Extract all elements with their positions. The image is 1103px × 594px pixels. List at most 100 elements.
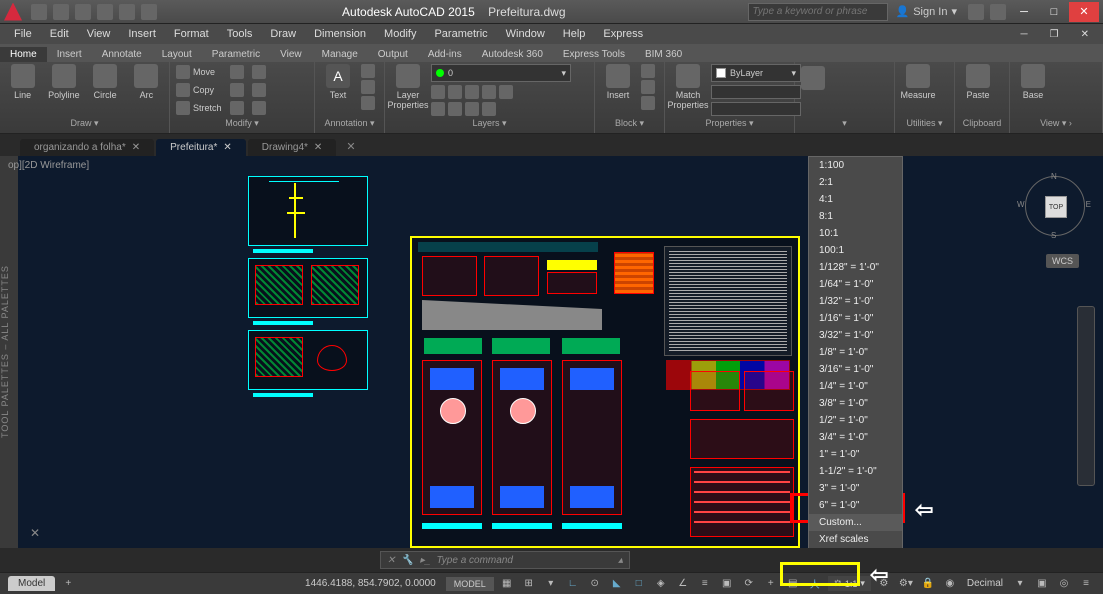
viewcube[interactable]: TOP N S E W: [1025, 176, 1085, 236]
isolate-toggle[interactable]: ◎: [1055, 576, 1073, 592]
file-tab[interactable]: Drawing4*✕: [248, 139, 337, 156]
menu-window[interactable]: Window: [498, 26, 553, 42]
tab-view[interactable]: View: [270, 47, 312, 62]
layer-properties-button[interactable]: Layer Properties: [389, 64, 427, 110]
scale-menu-item[interactable]: 3/8" = 1'-0": [809, 395, 902, 412]
panel-title[interactable]: Layers ▾: [389, 118, 590, 131]
dim-icon[interactable]: [361, 64, 375, 78]
minimize-button[interactable]: ─: [1009, 2, 1039, 22]
customize-button[interactable]: ≡: [1077, 576, 1095, 592]
scale-menu-item[interactable]: 1-1/2" = 1'-0": [809, 463, 902, 480]
units-chevron-icon[interactable]: ▾: [1011, 576, 1029, 592]
layer-state-icon[interactable]: [465, 102, 479, 116]
tool-palettes-bar[interactable]: TOOL PALETTES – ALL PALETTES: [0, 156, 18, 548]
measure-button[interactable]: Measure: [899, 64, 937, 100]
qat-redo-icon[interactable]: [141, 4, 157, 20]
menu-help[interactable]: Help: [555, 26, 594, 42]
scale-menu-item[interactable]: 1/128" = 1'-0": [809, 259, 902, 276]
scale-menu-item[interactable]: 1" = 1'-0": [809, 446, 902, 463]
layer-walk-icon[interactable]: [448, 102, 462, 116]
scale-menu-item[interactable]: 1/32" = 1'-0": [809, 293, 902, 310]
navigation-bar[interactable]: [1077, 306, 1095, 486]
hardware-toggle[interactable]: ◉: [941, 576, 959, 592]
close-tab-icon[interactable]: ✕: [132, 142, 140, 153]
linetype-dropdown[interactable]: [711, 102, 801, 116]
text-button[interactable]: AText: [319, 64, 357, 100]
leader-icon[interactable]: [361, 80, 375, 94]
layer-lock-icon[interactable]: [465, 85, 479, 99]
help-icon[interactable]: [990, 4, 1006, 20]
menu-parametric[interactable]: Parametric: [426, 26, 495, 42]
tab-addins[interactable]: Add-ins: [418, 47, 472, 62]
new-tab-button[interactable]: ✕: [338, 137, 363, 156]
panel-title[interactable]: Annotation ▾: [319, 118, 380, 131]
polyline-button[interactable]: Polyline: [45, 64, 82, 100]
layer-match-icon[interactable]: [499, 85, 513, 99]
scale-menu-item[interactable]: 8:1: [809, 208, 902, 225]
lineweight-dropdown[interactable]: [711, 85, 801, 99]
paste-button[interactable]: Paste: [959, 64, 997, 100]
scale-menu-item[interactable]: 6" = 1'-0": [809, 497, 902, 514]
scale-menu-item[interactable]: 1/4" = 1'-0": [809, 378, 902, 395]
cmd-wrench-icon[interactable]: 🔧: [401, 555, 413, 566]
cmd-close-icon[interactable]: ✕: [387, 555, 395, 566]
doc-minimize-button[interactable]: ─: [1013, 27, 1036, 42]
viewcube-south[interactable]: S: [1051, 231, 1056, 240]
layer-iso-icon[interactable]: [482, 85, 496, 99]
annomonitor-toggle[interactable]: +: [762, 576, 780, 592]
transparency-toggle[interactable]: ▣: [718, 576, 736, 592]
scale-menu-item[interactable]: 1/64" = 1'-0": [809, 276, 902, 293]
grid-toggle[interactable]: ▦: [498, 576, 516, 592]
ortho-toggle[interactable]: ∟: [564, 576, 582, 592]
menu-insert[interactable]: Insert: [120, 26, 164, 42]
color-dropdown[interactable]: ByLayer ▾: [711, 64, 801, 82]
lineweight-toggle[interactable]: ≡: [696, 576, 714, 592]
layer-off-icon[interactable]: [431, 85, 445, 99]
cleanscreen-toggle[interactable]: ▣: [1033, 576, 1051, 592]
scale-menu-item[interactable]: 3/32" = 1'-0": [809, 327, 902, 344]
qat-new-icon[interactable]: [31, 4, 47, 20]
osnap-toggle[interactable]: □: [630, 576, 648, 592]
mirror-button[interactable]: [228, 82, 246, 98]
panel-title[interactable]: Modify ▾: [174, 118, 310, 131]
tab-bim360[interactable]: BIM 360: [635, 47, 692, 62]
doc-close-button[interactable]: ✕: [1073, 27, 1097, 42]
panel-title[interactable]: Utilities ▾: [899, 118, 950, 131]
cmd-expand-icon[interactable]: ▴: [618, 555, 623, 566]
panel-title[interactable]: Draw ▾: [4, 118, 165, 131]
rotate-button[interactable]: [228, 64, 246, 80]
menu-draw[interactable]: Draw: [262, 26, 304, 42]
doc-restore-button[interactable]: ❐: [1042, 27, 1067, 42]
layout-add-button[interactable]: +: [59, 576, 77, 592]
close-tab-icon[interactable]: ✕: [223, 142, 231, 153]
block-edit-icon[interactable]: [641, 80, 655, 94]
polar-toggle[interactable]: ⊙: [586, 576, 604, 592]
scale-button[interactable]: [228, 100, 246, 116]
close-tab-icon[interactable]: ✕: [314, 142, 322, 153]
lock-ui-toggle[interactable]: 🔒: [919, 576, 937, 592]
units-readout[interactable]: Decimal: [963, 578, 1007, 589]
scale-menu-item[interactable]: 1/2" = 1'-0": [809, 412, 902, 429]
infer-toggle[interactable]: ▾: [542, 576, 560, 592]
circle-button[interactable]: Circle: [87, 64, 124, 100]
tab-a360[interactable]: Autodesk 360: [472, 47, 553, 62]
file-tab[interactable]: organizando a folha*✕: [20, 139, 154, 156]
viewcube-east[interactable]: E: [1086, 200, 1091, 209]
qat-undo-icon[interactable]: [119, 4, 135, 20]
menu-format[interactable]: Format: [166, 26, 217, 42]
menu-file[interactable]: File: [6, 26, 40, 42]
otrack-toggle[interactable]: ∠: [674, 576, 692, 592]
table-icon[interactable]: [361, 96, 375, 110]
menu-edit[interactable]: Edit: [42, 26, 77, 42]
tab-express[interactable]: Express Tools: [553, 47, 635, 62]
qat-open-icon[interactable]: [53, 4, 69, 20]
workspace-toggle[interactable]: ⚙▾: [897, 576, 915, 592]
arc-button[interactable]: Arc: [128, 64, 165, 100]
tab-layout[interactable]: Layout: [152, 47, 202, 62]
panel-title[interactable]: Properties ▾: [669, 118, 790, 131]
model-tab[interactable]: Model: [8, 576, 55, 591]
drawing-canvas[interactable]: TOOL PALETTES – ALL PALETTES op][2D Wire…: [0, 156, 1103, 548]
scale-menu-item[interactable]: 3" = 1'-0": [809, 480, 902, 497]
panel-title[interactable]: Block ▾: [599, 118, 660, 131]
menu-modify[interactable]: Modify: [376, 26, 424, 42]
